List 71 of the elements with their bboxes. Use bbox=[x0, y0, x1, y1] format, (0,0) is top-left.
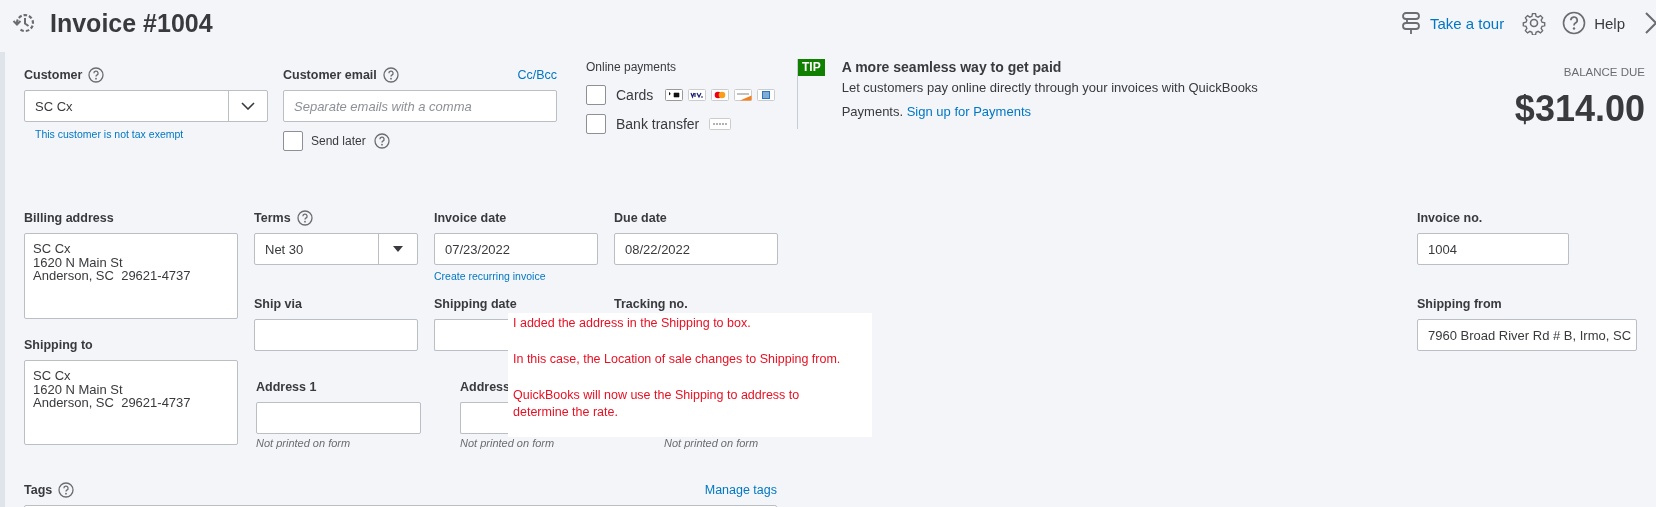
input-field[interactable] bbox=[460, 402, 508, 434]
checkbox-label: Cards bbox=[616, 87, 654, 103]
page-title: Invoice #1004 bbox=[50, 8, 213, 38]
input-field[interactable]: 08/22/2022 bbox=[614, 233, 778, 265]
field-label: Tracking no. bbox=[614, 297, 688, 311]
section-label: Online payments bbox=[586, 60, 678, 74]
recurring-invoice-link[interactable]: Create recurring invoice bbox=[434, 270, 598, 282]
field-label: Ship via bbox=[254, 297, 302, 311]
help-icon[interactable] bbox=[382, 67, 399, 83]
payment-card-icon bbox=[711, 89, 730, 101]
payment-card-icon bbox=[688, 89, 707, 101]
input-field[interactable] bbox=[434, 319, 508, 351]
tip-text: Let customers pay online directly through your invoices with QuickBooks Payments. Sign up for Payments bbox=[841, 79, 1259, 121]
tip-title: A more seamless way to get paid bbox=[841, 59, 1063, 75]
field-hint: Not printed on form bbox=[460, 437, 556, 449]
payment-card-icon bbox=[734, 89, 753, 101]
help-icon[interactable] bbox=[1562, 11, 1587, 35]
field-label: Shipping to bbox=[24, 338, 93, 352]
help-icon[interactable] bbox=[373, 133, 390, 149]
dropdown-field[interactable]: Net 30 bbox=[254, 233, 418, 265]
field-label: Shipping from bbox=[1417, 297, 1502, 311]
field-label: Tags bbox=[24, 483, 53, 497]
field-label: Invoice date bbox=[434, 211, 507, 225]
field-label: Shipping date bbox=[434, 297, 517, 311]
field-label: Address 1 bbox=[256, 380, 317, 394]
cc-bcc-link[interactable]: Cc/Bcc bbox=[517, 68, 557, 82]
checkbox-label: Bank transfer bbox=[616, 116, 700, 132]
field-hint: Not printed on form bbox=[664, 437, 760, 449]
annotation-text: In this case, the Location of sale changes to Shipping from. bbox=[513, 351, 842, 368]
payment-card-icon bbox=[665, 89, 684, 101]
take-a-tour-link[interactable]: Take a tour bbox=[1429, 14, 1505, 32]
balance-label: BALANCE DUE bbox=[1563, 66, 1645, 78]
field-label: Due date bbox=[614, 211, 667, 225]
cc-bcc-link[interactable]: Manage tags bbox=[704, 483, 777, 497]
field-label: Customer email bbox=[283, 68, 377, 82]
settings-icon[interactable] bbox=[1522, 11, 1547, 35]
annotation-text: I added the address in the Shipping to box. bbox=[513, 315, 752, 332]
help-link[interactable]: Help bbox=[1594, 14, 1625, 32]
chevron-down-icon bbox=[241, 102, 255, 110]
checkbox[interactable] bbox=[586, 114, 606, 134]
input-field[interactable]: 7960 Broad River Rd # B, Irmo, SC bbox=[1417, 319, 1637, 351]
tax-status-link[interactable]: This customer is not tax exempt bbox=[35, 128, 268, 140]
payment-card-icon bbox=[757, 89, 776, 101]
help-icon[interactable] bbox=[88, 67, 105, 83]
tip-badge: TIP bbox=[798, 59, 825, 76]
bank-icon bbox=[709, 118, 732, 130]
checkbox-label: Send later bbox=[311, 134, 366, 148]
email-field[interactable]: Separate emails with a comma bbox=[283, 90, 557, 122]
checkbox[interactable] bbox=[283, 131, 303, 151]
field-label: Billing address bbox=[24, 211, 114, 225]
input-field[interactable]: 07/23/2022 bbox=[434, 233, 598, 265]
input-field[interactable]: 1004 bbox=[1417, 233, 1569, 265]
field-label: Address bbox=[460, 380, 511, 394]
field-hint: Not printed on form bbox=[256, 437, 352, 449]
balance-amount: $314.00 bbox=[1514, 88, 1645, 130]
signpost-icon bbox=[1399, 11, 1422, 35]
caret-icon bbox=[393, 246, 403, 252]
field-label: Terms bbox=[254, 211, 291, 225]
dropdown-field[interactable]: SC Cx bbox=[24, 90, 268, 122]
sign-up-link[interactable]: Sign up for Payments bbox=[906, 104, 1031, 119]
input-field[interactable] bbox=[254, 319, 418, 351]
address-field[interactable]: SC Cx 1620 N Main St Anderson, SC 29621-4737 bbox=[24, 233, 238, 319]
annotation-text: QuickBooks will now use the Shipping to address to determine the rate. bbox=[513, 387, 801, 421]
field-label: Invoice no. bbox=[1417, 211, 1483, 225]
checkbox[interactable] bbox=[586, 85, 606, 105]
input-field[interactable] bbox=[256, 402, 421, 434]
close-icon[interactable] bbox=[1645, 12, 1656, 34]
field-label: Customer bbox=[24, 68, 83, 82]
help-icon[interactable] bbox=[296, 210, 313, 226]
address-field[interactable]: SC Cx 1620 N Main St Anderson, SC 29621-4737 bbox=[24, 360, 238, 445]
help-icon[interactable] bbox=[58, 482, 75, 498]
